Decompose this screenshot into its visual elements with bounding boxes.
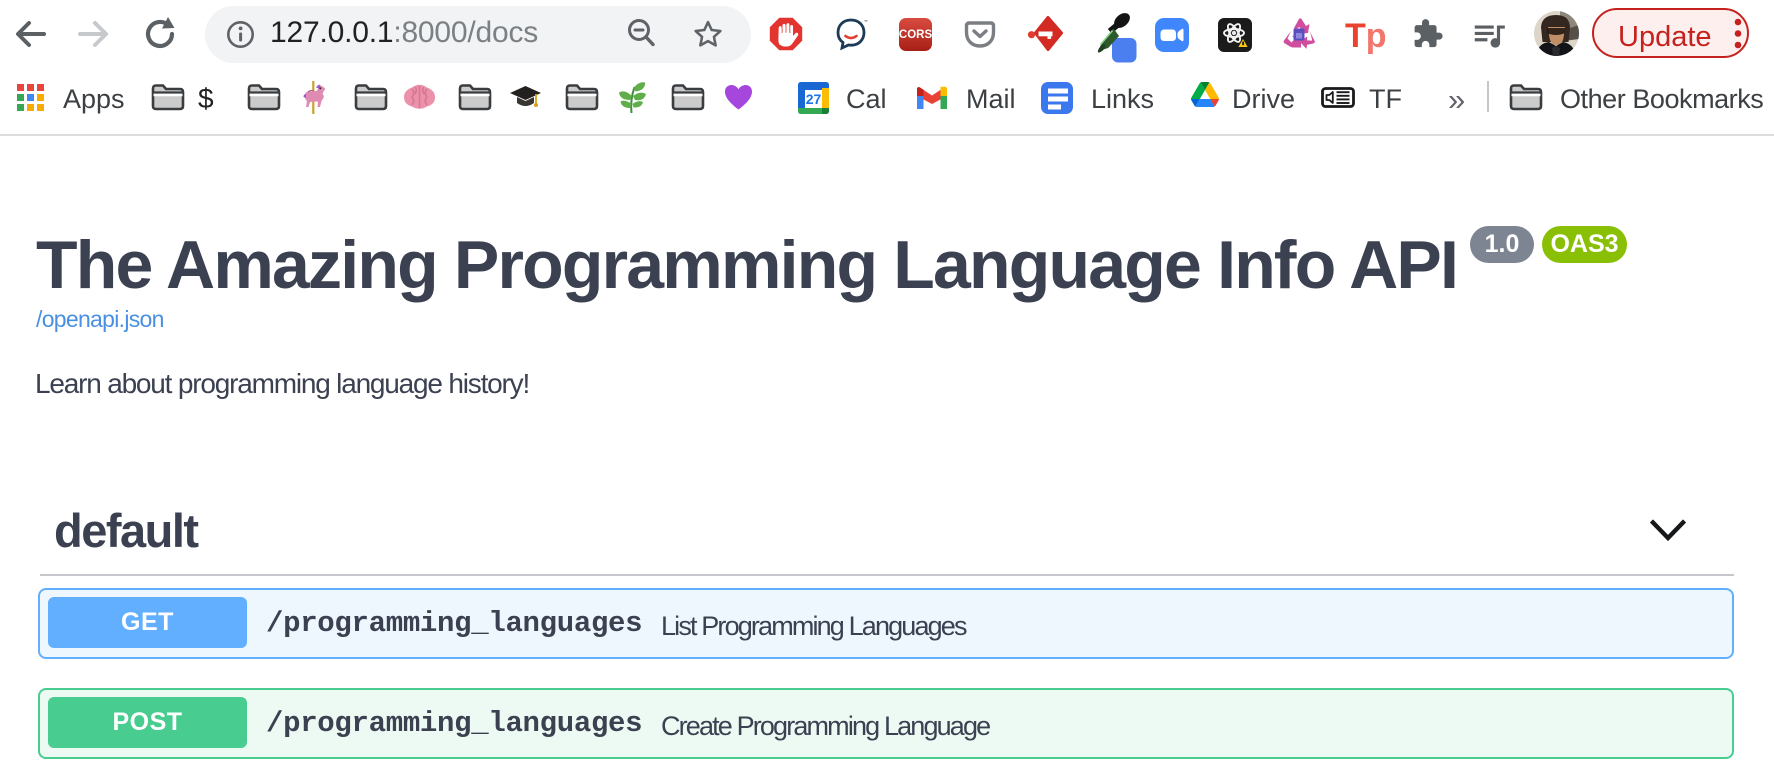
svg-text:27: 27 — [806, 91, 822, 107]
